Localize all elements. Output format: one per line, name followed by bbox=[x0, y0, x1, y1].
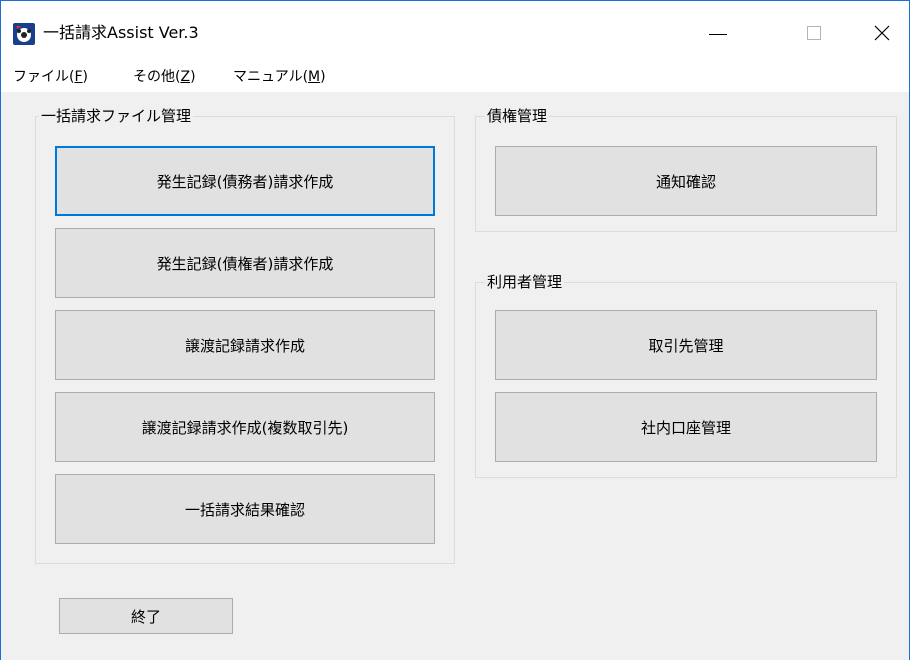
menu-other-tail: ) bbox=[190, 69, 196, 85]
creditor-request-button[interactable]: 発生記録(債権者)請求作成 bbox=[55, 228, 435, 298]
user-management-group-title: 利用者管理 bbox=[485, 272, 565, 292]
menu-bar: ファイル(F) その他(Z) マニュアル(M) bbox=[1, 64, 909, 92]
transfer-multi-request-button[interactable]: 譲渡記録請求作成(複数取引先) bbox=[55, 392, 435, 462]
minimize-button[interactable] bbox=[695, 11, 741, 55]
menu-other-accesskey: Z bbox=[180, 69, 191, 85]
menu-file-tail: ) bbox=[82, 69, 88, 85]
menu-file-label: ファイル( bbox=[13, 69, 75, 85]
menu-manual-accesskey: M bbox=[308, 69, 321, 85]
close-button[interactable] bbox=[859, 11, 905, 55]
app-window: 一括請求Assist Ver.3 ファイル(F) その他(Z) マニュアル(M)… bbox=[0, 0, 910, 660]
main-content: 一括請求ファイル管理 発生記録(債務者)請求作成 発生記録(債権者)請求作成 譲… bbox=[1, 92, 909, 660]
title-bar[interactable]: 一括請求Assist Ver.3 bbox=[1, 0, 909, 65]
account-management-button[interactable]: 社内口座管理 bbox=[495, 392, 877, 462]
window-title: 一括請求Assist Ver.3 bbox=[43, 23, 199, 42]
menu-other-label: その他( bbox=[133, 69, 181, 85]
maximize-icon bbox=[807, 26, 821, 40]
batch-result-button[interactable]: 一括請求結果確認 bbox=[55, 474, 435, 544]
close-icon bbox=[874, 25, 890, 41]
debtor-request-button[interactable]: 発生記録(債務者)請求作成 bbox=[55, 146, 435, 216]
minimize-icon bbox=[709, 33, 727, 35]
menu-manual-tail: ) bbox=[320, 69, 326, 85]
transfer-request-button[interactable]: 譲渡記録請求作成 bbox=[55, 310, 435, 380]
batch-request-group-title: 一括請求ファイル管理 bbox=[39, 106, 194, 126]
menu-other[interactable]: その他(Z) bbox=[133, 67, 196, 87]
menu-file[interactable]: ファイル(F) bbox=[13, 67, 88, 87]
menu-manual-label: マニュアル( bbox=[233, 69, 309, 85]
menu-manual[interactable]: マニュアル(M) bbox=[233, 67, 326, 87]
claims-group-title: 債権管理 bbox=[485, 106, 550, 126]
maximize-button[interactable] bbox=[791, 11, 837, 55]
notice-check-button[interactable]: 通知確認 bbox=[495, 146, 877, 216]
app-icon bbox=[13, 23, 35, 45]
menu-file-accesskey: F bbox=[74, 69, 83, 85]
partner-management-button[interactable]: 取引先管理 bbox=[495, 310, 877, 380]
exit-button[interactable]: 終了 bbox=[59, 598, 233, 634]
